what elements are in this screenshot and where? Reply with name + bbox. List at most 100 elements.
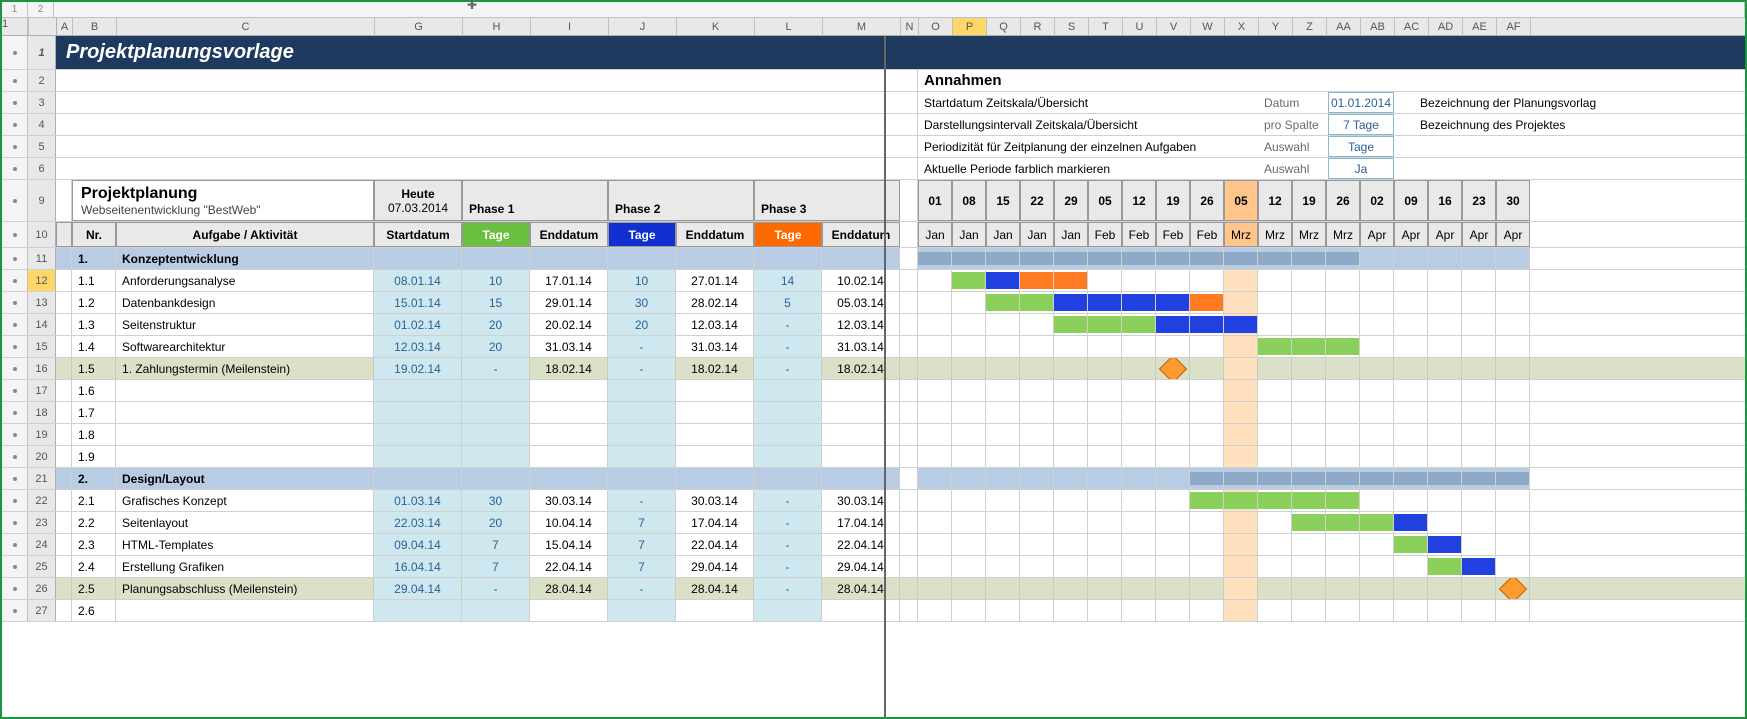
gantt-cell[interactable] bbox=[1326, 402, 1360, 423]
outline-gutter[interactable] bbox=[2, 446, 28, 467]
row-header-4[interactable]: 4 bbox=[28, 114, 56, 135]
gantt-cell[interactable] bbox=[1326, 490, 1360, 511]
outline-gutter[interactable] bbox=[2, 336, 28, 357]
task-p2-days[interactable]: 10 bbox=[608, 270, 676, 291]
row-header-3[interactable]: 3 bbox=[28, 92, 56, 113]
gantt-cell[interactable] bbox=[1156, 490, 1190, 511]
gantt-cell[interactable] bbox=[1122, 424, 1156, 445]
gantt-cell[interactable] bbox=[1428, 314, 1462, 335]
gantt-cell[interactable] bbox=[1496, 248, 1530, 269]
col-header-B[interactable]: B bbox=[73, 18, 117, 35]
task-p1-days[interactable]: 30 bbox=[462, 490, 530, 511]
gantt-cell[interactable] bbox=[1020, 534, 1054, 555]
gantt-cell[interactable] bbox=[1292, 402, 1326, 423]
gantt-cell[interactable] bbox=[1292, 490, 1326, 511]
gantt-cell[interactable] bbox=[952, 358, 986, 379]
gantt-cell[interactable] bbox=[1224, 512, 1258, 533]
task-p1-end[interactable] bbox=[530, 380, 608, 401]
gantt-cell[interactable] bbox=[1462, 336, 1496, 357]
outline-gutter[interactable] bbox=[2, 380, 28, 401]
task-p1-end[interactable] bbox=[530, 424, 608, 445]
gantt-cell[interactable] bbox=[1224, 270, 1258, 291]
gantt-cell[interactable] bbox=[1054, 468, 1088, 489]
gantt-cell[interactable] bbox=[1326, 600, 1360, 621]
gantt-cell[interactable] bbox=[1190, 512, 1224, 533]
gantt-cell[interactable] bbox=[1122, 600, 1156, 621]
task-p1-days[interactable] bbox=[462, 402, 530, 423]
gantt-cell[interactable] bbox=[1360, 578, 1394, 599]
task-name[interactable]: Seitenstruktur bbox=[116, 314, 374, 335]
gantt-cell[interactable] bbox=[1394, 248, 1428, 269]
task-p3-end[interactable]: 30.03.14 bbox=[822, 490, 900, 511]
gantt-cell[interactable] bbox=[1190, 358, 1224, 379]
col-header-R[interactable]: R bbox=[1021, 18, 1055, 35]
row-header-26[interactable]: 26 bbox=[28, 578, 56, 599]
gantt-cell[interactable] bbox=[1394, 600, 1428, 621]
gantt-cell[interactable] bbox=[986, 270, 1020, 291]
task-p1-end[interactable]: 30.03.14 bbox=[530, 490, 608, 511]
task-start[interactable]: 15.01.14 bbox=[374, 292, 462, 313]
task-p1-end[interactable] bbox=[530, 402, 608, 423]
row-header-5[interactable]: 5 bbox=[28, 136, 56, 157]
outline-gutter[interactable] bbox=[2, 222, 28, 247]
gantt-cell[interactable] bbox=[1428, 600, 1462, 621]
gantt-cell[interactable] bbox=[1156, 358, 1190, 379]
gantt-cell[interactable] bbox=[1394, 270, 1428, 291]
gantt-cell[interactable] bbox=[1088, 556, 1122, 577]
gantt-cell[interactable] bbox=[1224, 248, 1258, 269]
task-start[interactable]: 01.03.14 bbox=[374, 490, 462, 511]
gantt-cell[interactable] bbox=[986, 380, 1020, 401]
gantt-cell[interactable] bbox=[986, 402, 1020, 423]
task-p1-end[interactable]: 31.03.14 bbox=[530, 336, 608, 357]
gantt-cell[interactable] bbox=[986, 556, 1020, 577]
gantt-cell[interactable] bbox=[1360, 534, 1394, 555]
outline-gutter[interactable] bbox=[2, 36, 28, 69]
col-header-I[interactable]: I bbox=[531, 18, 609, 35]
gantt-cell[interactable] bbox=[1122, 446, 1156, 467]
task-p3-days[interactable]: - bbox=[754, 556, 822, 577]
gantt-cell[interactable] bbox=[1394, 468, 1428, 489]
row-header-24[interactable]: 24 bbox=[28, 534, 56, 555]
gantt-cell[interactable] bbox=[986, 468, 1020, 489]
gantt-cell[interactable] bbox=[1428, 270, 1462, 291]
gantt-cell[interactable] bbox=[952, 424, 986, 445]
gantt-cell[interactable] bbox=[986, 512, 1020, 533]
task-p3-days[interactable]: - bbox=[754, 314, 822, 335]
outline-gutter[interactable] bbox=[2, 424, 28, 445]
gantt-cell[interactable] bbox=[918, 402, 952, 423]
gantt-cell[interactable] bbox=[1462, 248, 1496, 269]
row-header-13[interactable]: 13 bbox=[28, 292, 56, 313]
task-p2-end[interactable]: 28.02.14 bbox=[676, 292, 754, 313]
gantt-cell[interactable] bbox=[1122, 358, 1156, 379]
gantt-cell[interactable] bbox=[1258, 512, 1292, 533]
task-p1-days[interactable] bbox=[462, 424, 530, 445]
outline-gutter[interactable] bbox=[2, 114, 28, 135]
task-name[interactable]: Erstellung Grafiken bbox=[116, 556, 374, 577]
task-name[interactable]: Softwarearchitektur bbox=[116, 336, 374, 357]
gantt-cell[interactable] bbox=[1088, 490, 1122, 511]
gantt-cell[interactable] bbox=[1224, 336, 1258, 357]
gantt-cell[interactable] bbox=[1054, 292, 1088, 313]
task-p3-days[interactable] bbox=[754, 600, 822, 621]
gantt-cell[interactable] bbox=[1360, 468, 1394, 489]
gantt-cell[interactable] bbox=[1190, 424, 1224, 445]
gantt-cell[interactable] bbox=[1156, 270, 1190, 291]
gantt-cell[interactable] bbox=[1292, 292, 1326, 313]
gantt-cell[interactable] bbox=[952, 446, 986, 467]
task-name[interactable]: Datenbankdesign bbox=[116, 292, 374, 313]
gantt-cell[interactable] bbox=[1088, 270, 1122, 291]
gantt-cell[interactable] bbox=[1360, 358, 1394, 379]
gantt-cell[interactable] bbox=[1156, 248, 1190, 269]
col-header-Y[interactable]: Y bbox=[1259, 18, 1293, 35]
task-nr[interactable]: 1.6 bbox=[72, 380, 116, 401]
task-p3-end[interactable]: 22.04.14 bbox=[822, 534, 900, 555]
gantt-cell[interactable] bbox=[1394, 402, 1428, 423]
gantt-cell[interactable] bbox=[1224, 358, 1258, 379]
gantt-cell[interactable] bbox=[1224, 314, 1258, 335]
task-name[interactable]: HTML-Templates bbox=[116, 534, 374, 555]
gantt-cell[interactable] bbox=[1020, 556, 1054, 577]
gantt-cell[interactable] bbox=[1428, 556, 1462, 577]
task-p2-end[interactable]: 29.04.14 bbox=[676, 556, 754, 577]
gantt-cell[interactable] bbox=[1190, 600, 1224, 621]
gantt-cell[interactable] bbox=[1292, 468, 1326, 489]
